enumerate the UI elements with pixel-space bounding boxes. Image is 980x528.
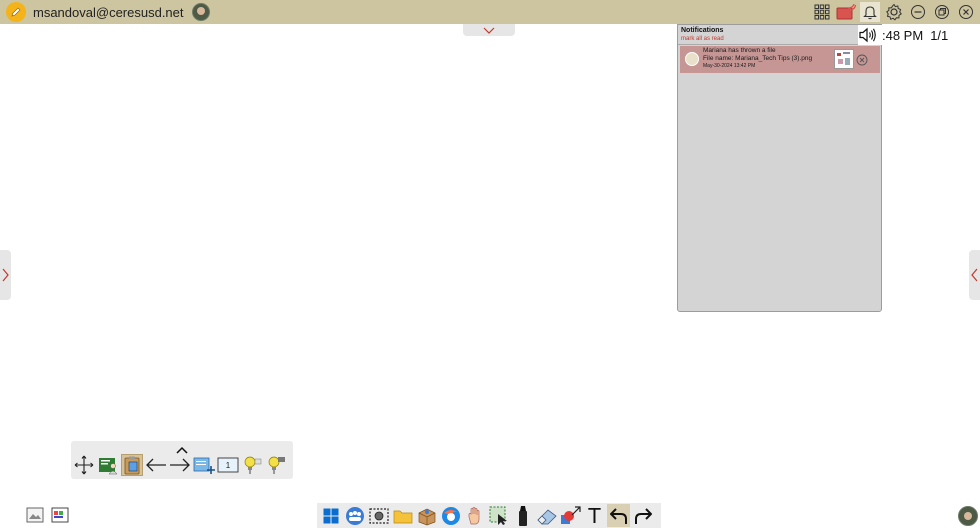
- user-email: msandoval@ceresusd.net: [33, 4, 184, 20]
- marker-bulb-icon[interactable]: [265, 454, 287, 476]
- right-panel-handle[interactable]: [969, 250, 980, 300]
- notification-item[interactable]: Mariana has thrown a file File name: Mar…: [680, 46, 880, 73]
- close-icon[interactable]: [956, 2, 976, 22]
- notification-text: Mariana has thrown a file File name: Mar…: [703, 47, 812, 70]
- restore-icon[interactable]: [932, 2, 952, 22]
- box-icon[interactable]: [415, 504, 438, 527]
- text-icon[interactable]: T: [583, 504, 606, 527]
- undo-icon[interactable]: [607, 504, 630, 527]
- chevron-down-icon: [483, 27, 495, 34]
- notifications-title: Notifications: [681, 27, 724, 34]
- eraser-icon[interactable]: [535, 504, 558, 527]
- notifications-panel: Notifications mark all as read Mariana h…: [677, 24, 882, 312]
- text-tool-glyph: T: [588, 503, 601, 528]
- notification-filename: File name: Mariana_Tech Tips (3).png: [703, 55, 813, 62]
- file-thumbnail[interactable]: [834, 49, 854, 69]
- window-controls: [812, 0, 976, 24]
- windows-start-icon[interactable]: [319, 504, 342, 527]
- shapes-icon[interactable]: [559, 504, 582, 527]
- move-arrows-icon[interactable]: [73, 454, 95, 476]
- whiteboard-canvas[interactable]: msandoval@ceresusd.net Notifications mar…: [0, 0, 980, 528]
- speaker-icon[interactable]: [858, 26, 880, 44]
- dismiss-notification-icon[interactable]: [856, 53, 868, 66]
- top-panel-handle[interactable]: [463, 24, 515, 36]
- notification-message: Mariana has thrown a file: [703, 47, 776, 54]
- group-icon[interactable]: [343, 504, 366, 527]
- chevron-up-icon[interactable]: [175, 442, 189, 454]
- clock: :48 PM: [882, 27, 924, 43]
- clipboard-icon[interactable]: [121, 454, 143, 476]
- browser-icon[interactable]: [439, 504, 462, 527]
- hand-icon[interactable]: [463, 504, 486, 527]
- user-avatar[interactable]: [191, 3, 210, 21]
- bell-icon[interactable]: [860, 2, 880, 22]
- profile-avatar[interactable]: [958, 506, 978, 526]
- notification-timestamp: May-30-2024 13:42 PM: [703, 63, 756, 69]
- pencil-app-icon[interactable]: [6, 2, 26, 22]
- chevron-left-icon: [971, 268, 978, 282]
- page-counter: 1/1: [930, 27, 949, 43]
- top-bar: msandoval@ceresusd.net: [0, 0, 980, 24]
- marker-icon[interactable]: [511, 504, 534, 527]
- gear-icon[interactable]: [884, 2, 904, 22]
- whiteboard-user-icon[interactable]: [97, 454, 119, 476]
- apps-grid-icon[interactable]: [812, 2, 832, 22]
- add-page-icon[interactable]: [193, 454, 215, 476]
- bottom-toolbar: T: [317, 503, 661, 528]
- mark-all-read-link[interactable]: mark all as read: [681, 36, 724, 42]
- redo-icon[interactable]: [631, 504, 654, 527]
- board-settings-icon[interactable]: [50, 505, 70, 525]
- arrow-right-icon[interactable]: [169, 454, 191, 476]
- minimize-icon[interactable]: [908, 2, 928, 22]
- folder-icon[interactable]: [391, 504, 414, 527]
- select-icon[interactable]: [487, 504, 510, 527]
- chevron-right-icon: [2, 268, 9, 282]
- screenshot-icon[interactable]: [367, 504, 390, 527]
- arrow-left-icon[interactable]: [145, 454, 167, 476]
- background-image-icon[interactable]: [25, 505, 45, 525]
- divider: [678, 44, 881, 45]
- floating-toolbar: 1: [71, 441, 293, 479]
- page-number-icon[interactable]: 1: [217, 454, 239, 476]
- sender-avatar: [685, 52, 699, 66]
- status-bar: :48 PM 1/1: [858, 25, 953, 45]
- left-panel-handle[interactable]: [0, 250, 11, 300]
- pin-bulb-icon[interactable]: [241, 454, 263, 476]
- page-number-label: 1: [226, 461, 231, 470]
- cast-icon[interactable]: [836, 2, 856, 22]
